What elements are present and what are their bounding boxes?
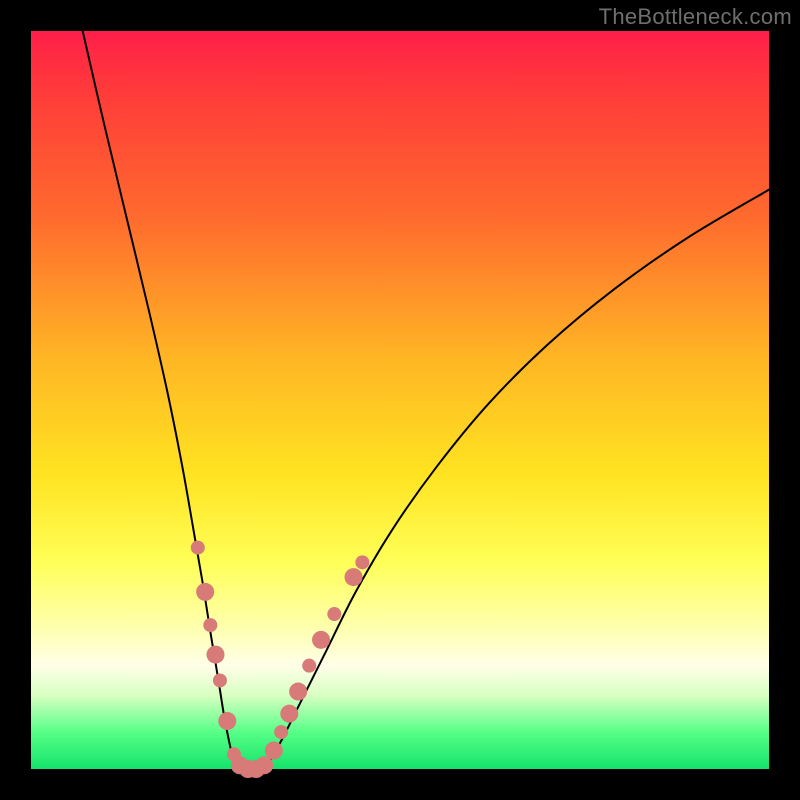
data-point-marker	[274, 725, 288, 739]
data-point-marker	[289, 683, 307, 701]
data-point-marker	[280, 705, 298, 723]
data-point-marker	[203, 618, 217, 632]
data-point-marker	[265, 742, 283, 760]
plot-area	[31, 31, 769, 769]
data-point-marker	[213, 673, 227, 687]
data-point-marker	[302, 659, 316, 673]
outer-black-frame: TheBottleneck.com	[0, 0, 800, 800]
data-point-marker	[218, 712, 236, 730]
data-point-marker	[312, 631, 330, 649]
curve-right-branch	[267, 190, 769, 766]
data-point-marker	[345, 568, 363, 586]
data-point-marker	[327, 607, 341, 621]
curve-group	[83, 31, 769, 769]
watermark-text: TheBottleneck.com	[599, 4, 792, 30]
data-point-marker	[191, 541, 205, 555]
chart-svg	[31, 31, 769, 769]
data-point-marker	[207, 646, 225, 664]
data-point-marker	[255, 756, 273, 774]
data-point-marker	[355, 555, 369, 569]
data-point-marker	[196, 583, 214, 601]
